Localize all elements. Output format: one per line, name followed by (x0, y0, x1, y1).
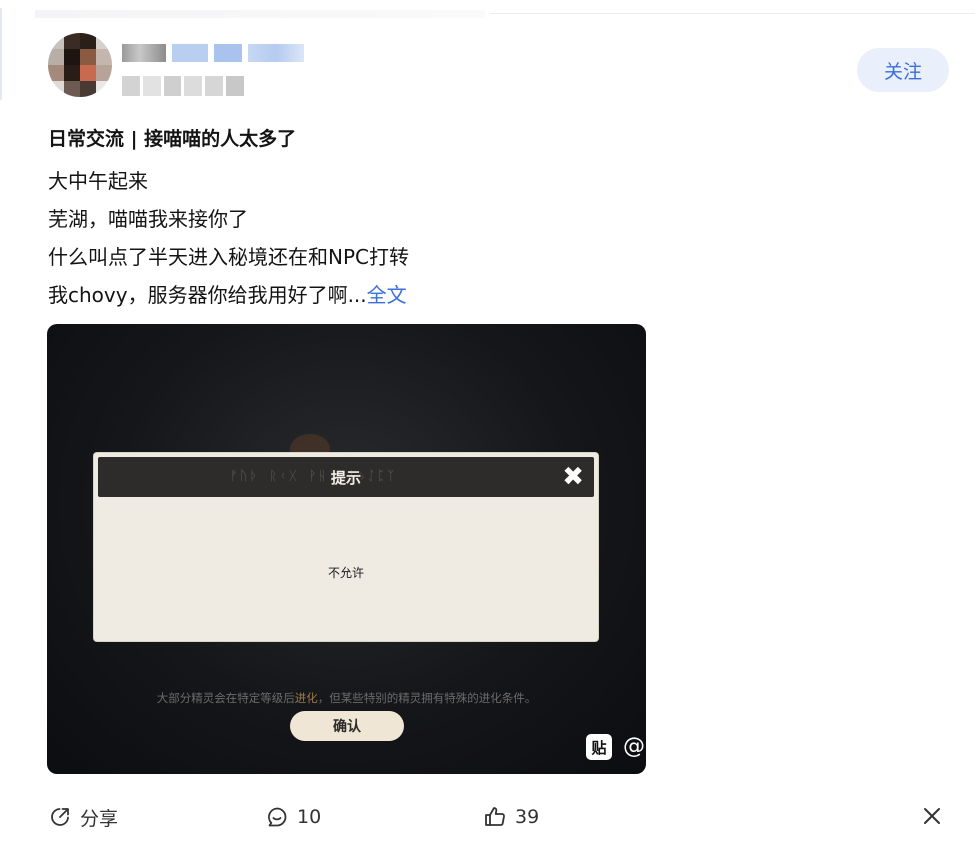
close-icon (924, 808, 940, 824)
share-icon (51, 808, 69, 826)
post-title[interactable]: 日常交流 | 接喵喵的人太多了 (48, 124, 296, 151)
post-line: 我chovy，服务器你给我用好了啊... (48, 283, 367, 307)
comment-icon (268, 807, 287, 827)
like-count: 39 (515, 806, 540, 828)
post-line: 大中午起来 (48, 169, 148, 193)
game-hint-highlight: 进化 (294, 691, 318, 705)
dialog-title: 提示 (330, 468, 361, 487)
dialog-header-pattern: ᚠᚢᚦ ᚱᚲᚷ ᚹᚺᚾ ᛁᛃᛇᛈᛉ (230, 469, 397, 484)
dialog-message: 不允许 (327, 566, 364, 580)
thumbs-up-icon (485, 807, 505, 826)
top-divider-blur (35, 10, 485, 18)
close-icon: ✖ (562, 462, 584, 492)
top-divider (490, 13, 975, 14)
post-line: 什么叫点了半天进入秘境还在和NPC打转 (48, 245, 409, 269)
share-button[interactable]: 分享 (48, 802, 118, 832)
game-dialog: ᚠᚢᚦ ᚱᚲᚷ ᚹᚺᚾ ᛁᛃᛇᛈᛉ 提示 ✖ 不允许 (94, 453, 598, 641)
dialog-header: ᚠᚢᚦ ᚱᚲᚷ ᚹᚺᚾ ᛁᛃᛇᛈᛉ 提示 ✖ (98, 457, 594, 497)
dismiss-button[interactable] (918, 802, 946, 830)
avatar[interactable] (48, 33, 112, 97)
tieba-watermark-icon: 贴 (586, 734, 612, 760)
post-body[interactable]: 大中午起来 芜湖，喵喵我来接你了 什么叫点了半天进入秘境还在和NPC打转 我ch… (48, 166, 409, 318)
post-line-last: 我chovy，服务器你给我用好了啊...全文 (48, 280, 409, 318)
follow-button[interactable]: 关注 (857, 48, 949, 92)
post-image[interactable]: ᚠᚢᚦ ᚱᚲᚷ ᚹᚺᚾ ᛁᛃᛇᛈᛉ 提示 ✖ 不允许 大部分精灵会在特定等级后进… (47, 324, 646, 774)
left-divider (0, 8, 2, 100)
share-label: 分享 (80, 807, 119, 830)
read-more-link[interactable]: 全文 (367, 283, 407, 307)
author-meta-blurred (122, 76, 244, 96)
watermark-at: @ (623, 734, 645, 759)
comment-count: 10 (297, 806, 322, 828)
game-hint-text: 大部分精灵会在特定等级后进化，但某些特别的精灵拥有特殊的进化条件。 (47, 690, 646, 706)
game-confirm-button: 确认 (290, 711, 404, 741)
like-button[interactable]: 39 (483, 802, 539, 832)
post-line: 芜湖，喵喵我来接你了 (48, 207, 248, 231)
comment-button[interactable]: 10 (265, 802, 321, 832)
game-hint-after: ，但某些特别的精灵拥有特殊的进化条件。 (317, 691, 537, 705)
game-hint-before: 大部分精灵会在特定等级后 (156, 691, 295, 705)
author-name-blurred[interactable] (122, 42, 304, 64)
